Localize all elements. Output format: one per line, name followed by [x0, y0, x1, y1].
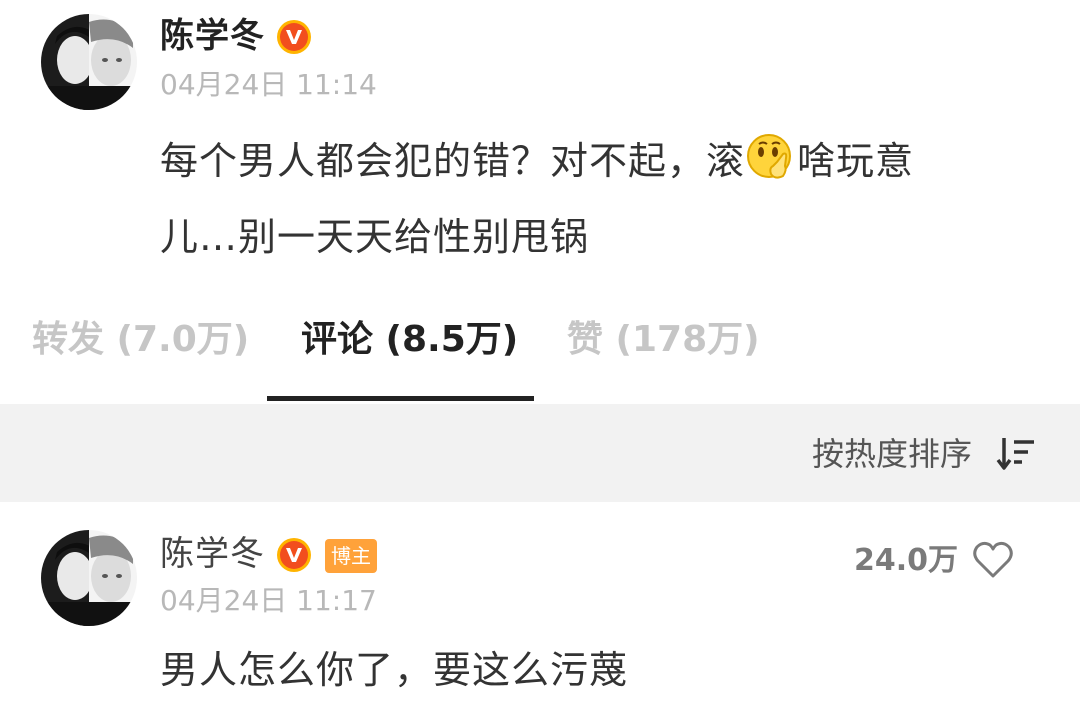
verified-v-icon: [277, 20, 311, 54]
commenter-name[interactable]: 陈学冬: [160, 534, 265, 574]
author-tag-badge: 博主: [325, 539, 377, 573]
sort-by-hot-button[interactable]: 按热度排序: [812, 434, 972, 474]
comment-text: 男人怎么你了，要这么污蔑: [160, 648, 629, 692]
post-tabs: 转发 (7.0万) 评论 (8.5万) 赞 (178万): [0, 274, 1080, 404]
comment-timestamp: 04月24日 11:17: [160, 584, 377, 617]
weibo-post: 陈学冬 04月24日 11:14 每个男人都会犯的错？对不起，滚 啥玩意 儿…别…: [0, 0, 1080, 274]
post-text-part2: 啥玩意: [797, 139, 915, 183]
heart-outline-icon[interactable]: [972, 540, 1014, 580]
post-timestamp: 04月24日 11:14: [160, 68, 377, 101]
tab-reposts[interactable]: 转发 (7.0万): [32, 318, 249, 362]
comment-item: 陈学冬 博主 04月24日 11:17 24.0万 男人怎么你了，要这么污蔑: [0, 502, 1080, 709]
comment-like-count: 24.0万: [853, 543, 958, 578]
post-text-line2: 儿…别一天天给性别甩锅: [160, 215, 590, 259]
sort-descending-icon[interactable]: [996, 436, 1036, 472]
tab-likes[interactable]: 赞 (178万): [567, 318, 760, 362]
active-tab-indicator: [267, 396, 534, 401]
post-text-part1: 每个男人都会犯的错？对不起，滚: [160, 139, 746, 183]
post-content: 每个男人都会犯的错？对不起，滚 啥玩意 儿…别一天天给性别甩锅: [160, 132, 1000, 285]
author-avatar[interactable]: [41, 14, 137, 110]
author-name[interactable]: 陈学冬: [160, 16, 265, 56]
verified-v-icon: [277, 538, 311, 572]
comment-sort-bar: 按热度排序: [0, 404, 1080, 502]
tab-comments[interactable]: 评论 (8.5万): [301, 318, 518, 362]
shush-emoji-icon: [747, 134, 792, 179]
commenter-avatar[interactable]: [41, 530, 137, 626]
